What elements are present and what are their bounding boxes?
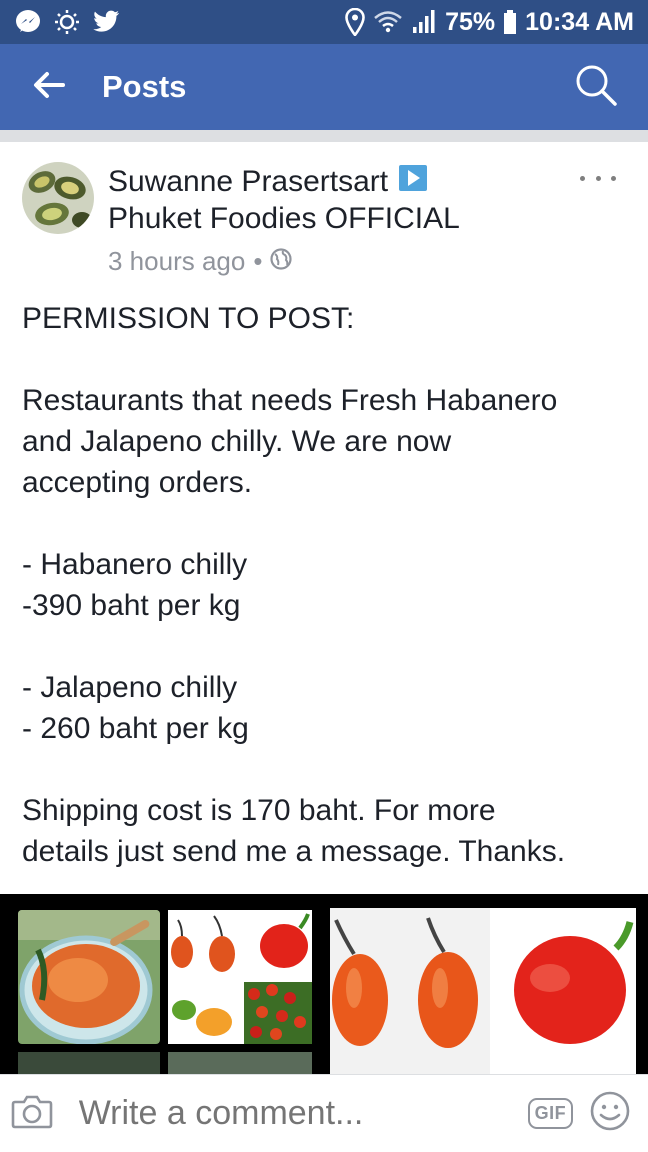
messenger-icon: [14, 8, 42, 36]
post-text-line: - 260 baht per kg: [22, 712, 249, 745]
comment-input[interactable]: [64, 1083, 522, 1144]
post-text-line: and Jalapeno chilly. We are now: [22, 425, 452, 458]
gif-label: GIF: [527, 1098, 574, 1129]
gif-button[interactable]: GIF: [522, 1075, 579, 1152]
sun-icon: [52, 8, 82, 36]
post-body: PERMISSION TO POST: Restaurants that nee…: [22, 298, 632, 872]
photo-habaneros[interactable]: [330, 908, 636, 1074]
meta-separator: •: [253, 246, 263, 276]
author-line: Suwanne Prasertsart: [108, 164, 428, 200]
author-name[interactable]: Suwanne Prasertsart: [108, 165, 388, 199]
post-text-line: PERMISSION TO POST:: [22, 302, 355, 335]
post-header: Suwanne Prasertsart Phuket Foodies OFFIC…: [0, 142, 648, 292]
location-icon: [345, 8, 365, 36]
back-button[interactable]: [14, 44, 84, 130]
post-text-line: Shipping cost is 170 baht. For more: [22, 794, 496, 827]
post-text-line: details just send me a message. Thanks.: [22, 835, 566, 868]
dot-icon: [595, 175, 601, 181]
post-photos[interactable]: [0, 894, 648, 1074]
post-text-line: accepting orders.: [22, 466, 253, 499]
photo-chilli-collage[interactable]: [168, 910, 312, 1044]
page-title: Posts: [102, 69, 187, 104]
emoji-button[interactable]: [579, 1075, 640, 1152]
search-icon: [574, 63, 618, 112]
status-bar: 75% 10:34 AM: [0, 0, 648, 44]
status-right: 75% 10:34 AM: [345, 8, 634, 37]
camera-button[interactable]: [0, 1075, 65, 1152]
dot-icon: [611, 175, 616, 181]
avatar[interactable]: [22, 162, 94, 234]
post-card: Suwanne Prasertsart Phuket Foodies OFFIC…: [0, 142, 648, 1074]
status-left-icons: [14, 8, 120, 36]
comment-bar: GIF: [0, 1074, 648, 1152]
battery-icon: [503, 9, 517, 35]
more-options-button[interactable]: [580, 166, 616, 190]
camera-icon: [11, 1093, 53, 1134]
globe-icon: [270, 246, 293, 277]
post-timestamp[interactable]: 3 hours ago: [108, 246, 245, 277]
signal-icon: [411, 9, 437, 35]
play-arrow-icon: [398, 164, 428, 200]
arrow-left-icon: [33, 71, 65, 104]
wifi-icon: [373, 9, 403, 35]
post-text-line: - Habanero chilly: [22, 548, 248, 581]
battery-percent: 75%: [445, 7, 496, 36]
photo-more-2[interactable]: [168, 1052, 312, 1074]
dot-icon: [580, 175, 585, 181]
app-bar: Posts: [0, 44, 648, 130]
post-meta: 3 hours ago •: [108, 246, 293, 277]
photo-more-1[interactable]: [18, 1052, 160, 1074]
group-name[interactable]: Phuket Foodies OFFICIAL: [108, 202, 460, 236]
search-button[interactable]: [556, 44, 636, 130]
post-text-line: Restaurants that needs Fresh Habanero: [22, 384, 558, 417]
feed-separator: [0, 130, 648, 142]
photo-salsa-bowl[interactable]: [18, 910, 160, 1044]
clock: 10:34 AM: [525, 7, 634, 36]
post-text-line: - Jalapeno chilly: [22, 671, 238, 704]
post-text-line: -390 baht per kg: [22, 589, 241, 622]
twitter-icon: [92, 10, 120, 34]
emoji-icon: [589, 1090, 631, 1137]
